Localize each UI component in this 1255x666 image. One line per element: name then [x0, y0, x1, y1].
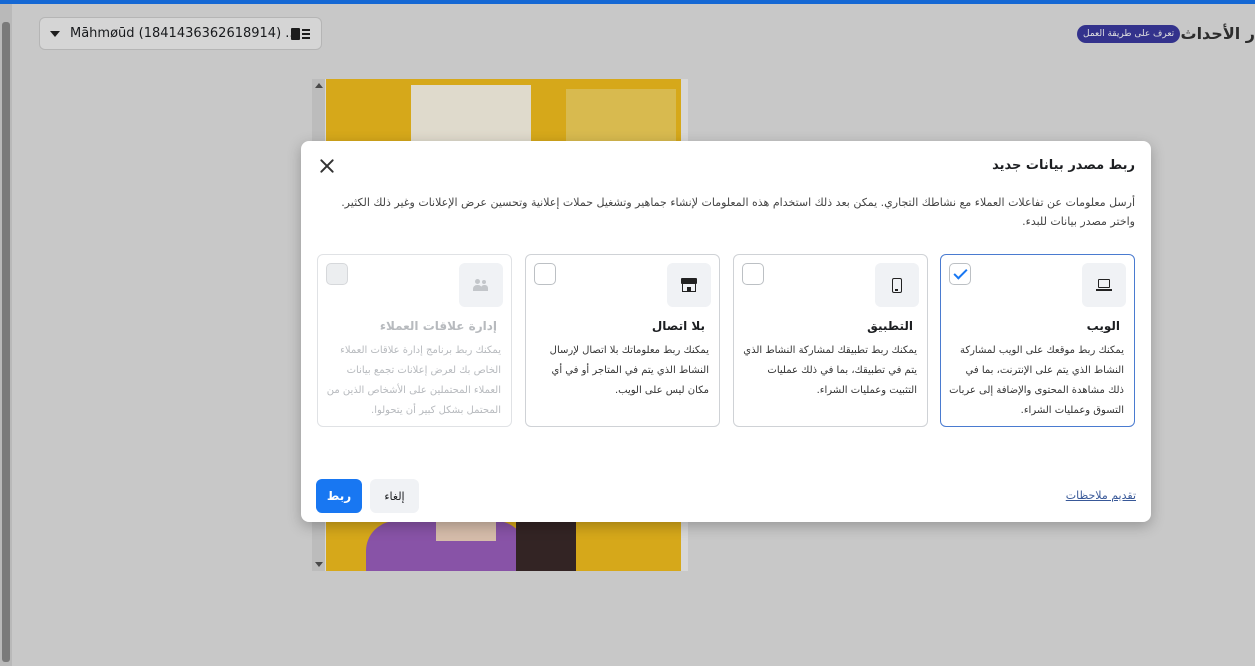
- option-checkbox-web[interactable]: [949, 263, 971, 285]
- option-description: يمكنك ربط موقعك على الويب لمشاركة النشاط…: [949, 345, 1124, 416]
- option-description: يمكنك ربط معلوماتك بلا اتصال لإرسال النش…: [549, 345, 709, 396]
- option-description: يمكنك ربط تطبيقك لمشاركة النشاط الذي يتم…: [743, 345, 917, 396]
- option-title: إدارة علاقات العملاء: [379, 319, 497, 333]
- option-checkbox-app[interactable]: [742, 263, 764, 285]
- store-icon: [667, 263, 711, 307]
- option-title: بلا اتصال: [651, 319, 705, 333]
- give-feedback-link[interactable]: تقديم ملاحظات: [1066, 489, 1136, 502]
- option-card-crm: إدارة علاقات العملاء يمكنك ربط برنامج إد…: [317, 254, 512, 427]
- option-card-offline[interactable]: بلا اتصال يمكنك ربط معلوماتك بلا اتصال ل…: [525, 254, 720, 427]
- dialog-description: أرسل معلومات عن تفاعلات العملاء مع نشاطك…: [341, 196, 1135, 228]
- people-icon: [459, 263, 503, 307]
- option-description: يمكنك ربط برنامج إدارة علاقات العملاء ال…: [326, 345, 501, 416]
- option-title: الويب: [1086, 319, 1120, 333]
- option-card-web[interactable]: الويب يمكنك ربط موقعك على الويب لمشاركة …: [940, 254, 1135, 427]
- option-card-app[interactable]: التطبيق يمكنك ربط تطبيقك لمشاركة النشاط …: [733, 254, 928, 427]
- option-title: التطبيق: [867, 319, 913, 333]
- dialog-title: ربط مصدر بيانات جديد: [992, 158, 1135, 173]
- option-checkbox-offline[interactable]: [534, 263, 556, 285]
- close-icon[interactable]: [319, 158, 335, 174]
- cancel-button[interactable]: إلغاء: [370, 479, 419, 513]
- connect-data-source-dialog: ربط مصدر بيانات جديد أرسل معلومات عن تفا…: [301, 141, 1151, 522]
- phone-icon: [875, 263, 919, 307]
- option-checkbox-crm: [326, 263, 348, 285]
- laptop-icon: [1082, 263, 1126, 307]
- connect-button[interactable]: ربط: [316, 479, 362, 513]
